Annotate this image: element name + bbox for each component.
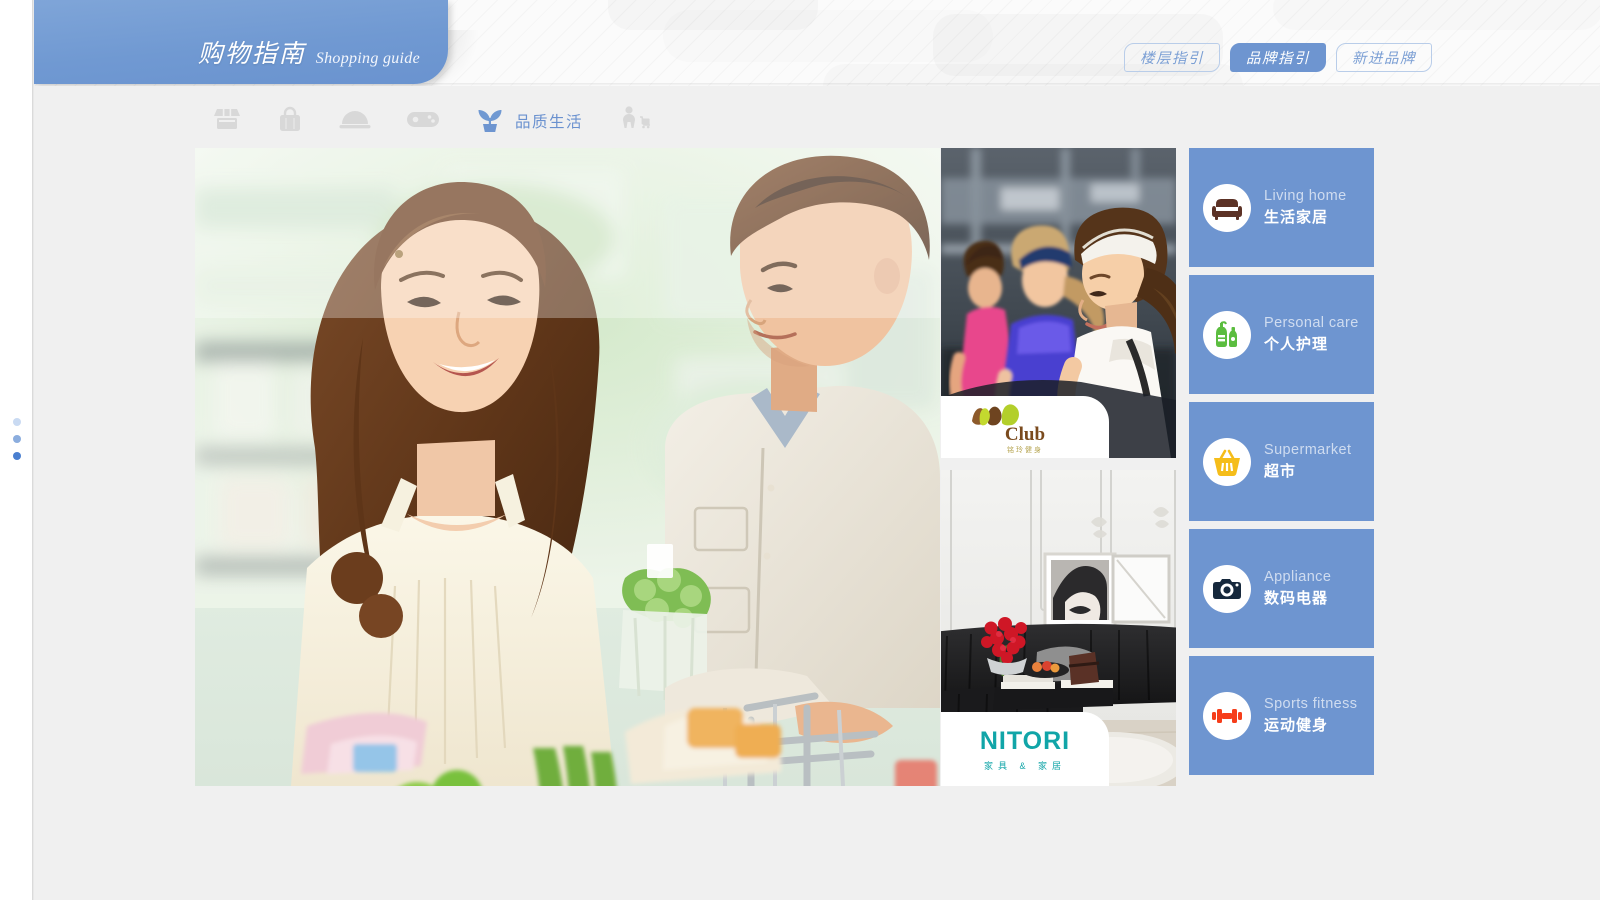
page-subtitle: Shopping guide bbox=[315, 50, 420, 67]
tile-nitori-home[interactable]: NITORI 家具 & 家居 bbox=[941, 470, 1176, 786]
card-appliance[interactable]: Appliance 数码电器 bbox=[1189, 529, 1374, 648]
tab-brand-guide[interactable]: 品牌指引 bbox=[1230, 43, 1326, 72]
tab-floor-guide[interactable]: 楼层指引 bbox=[1124, 43, 1220, 72]
card-label-en: Sports fitness bbox=[1264, 696, 1358, 712]
category-item-handbag[interactable] bbox=[259, 96, 321, 146]
tile-fitness-club[interactable]: Club 铭玲健身 bbox=[941, 148, 1176, 458]
gutter-edge-shadow bbox=[32, 0, 34, 900]
stage: 购物指南 Shopping guide 楼层指引 品牌指引 新进品牌 品质生活 … bbox=[33, 0, 1600, 900]
dumbbell-icon bbox=[1212, 708, 1242, 723]
category-label-quality-life: 品质生活 bbox=[515, 114, 584, 131]
fitness-logo-plate: Club 铭玲健身 bbox=[941, 396, 1109, 458]
card-label-en: Supermarket bbox=[1264, 442, 1352, 458]
basket-icon bbox=[1214, 449, 1240, 476]
nitori-logo-sub: 家具 & 家居 bbox=[983, 760, 1066, 771]
card-label-cn: 运动健身 bbox=[1264, 717, 1329, 734]
category-item-food[interactable] bbox=[321, 96, 389, 146]
card-text-group: Sports fitness 运动健身 bbox=[1264, 696, 1357, 735]
category-nav[interactable]: 品质生活 bbox=[195, 96, 668, 146]
card-icon-wrap bbox=[1203, 183, 1251, 232]
card-label-en: Appliance bbox=[1264, 569, 1332, 585]
tab-new-brands[interactable]: 新进品牌 bbox=[1336, 43, 1432, 72]
card-sports-fitness[interactable]: Sports fitness 运动健身 bbox=[1189, 656, 1374, 775]
category-item-game[interactable] bbox=[389, 96, 457, 146]
store-icon bbox=[212, 105, 242, 138]
card-text-group: Living home 生活家居 bbox=[1264, 188, 1347, 227]
card-icon-wrap bbox=[1203, 437, 1251, 486]
card-label-en: Living home bbox=[1264, 188, 1347, 204]
fitness-logo-sub: 铭玲健身 bbox=[1007, 447, 1043, 454]
card-label-en: Personal care bbox=[1264, 315, 1359, 331]
card-living-home[interactable]: Living home 生活家居 bbox=[1189, 148, 1374, 267]
category-item-kids[interactable] bbox=[600, 96, 668, 146]
camera-icon bbox=[1213, 578, 1241, 599]
nitori-logo-text: NITORI bbox=[979, 726, 1071, 755]
category-card-list: Living home 生活家居 Personal care 个人护理 Supe… bbox=[1189, 148, 1374, 775]
card-icon-wrap bbox=[1203, 691, 1251, 740]
card-label-cn: 数码电器 bbox=[1264, 590, 1329, 607]
page-header: 购物指南 Shopping guide 楼层指引 品牌指引 新进品牌 bbox=[33, 0, 1600, 86]
top-tab-bar[interactable]: 楼层指引 品牌指引 新进品牌 bbox=[1124, 43, 1432, 72]
nitori-logo-plate: NITORI 家具 & 家居 bbox=[941, 712, 1109, 786]
pager-dots[interactable] bbox=[9, 418, 25, 460]
content-area: Club 铭玲健身 NITORI 家具 & 家居 Living home 生活家… bbox=[33, 148, 1600, 793]
brand-title-group: 购物指南 Shopping guide bbox=[33, 0, 448, 84]
page-root: 购物指南 Shopping guide 楼层指引 品牌指引 新进品牌 品质生活 … bbox=[0, 0, 1600, 900]
header-decor-shape bbox=[1273, 0, 1600, 30]
card-icon-wrap bbox=[1203, 564, 1251, 613]
card-supermarket[interactable]: Supermarket 超市 bbox=[1189, 402, 1374, 521]
card-personal-care[interactable]: Personal care 个人护理 bbox=[1189, 275, 1374, 394]
hero-photo-couple-shopping[interactable] bbox=[195, 148, 940, 786]
fitness-logo-text: Club bbox=[1004, 424, 1046, 445]
card-text-group: Supermarket 超市 bbox=[1264, 442, 1351, 481]
card-label-cn: 生活家居 bbox=[1264, 209, 1329, 226]
pager-dot-1[interactable] bbox=[13, 418, 21, 426]
game-controller-icon bbox=[406, 107, 440, 136]
card-label-cn: 超市 bbox=[1264, 463, 1297, 480]
sprout-plant-icon bbox=[474, 104, 506, 139]
food-dome-icon bbox=[338, 106, 372, 137]
bottles-icon bbox=[1216, 320, 1237, 347]
card-label-cn: 个人护理 bbox=[1264, 336, 1329, 353]
card-icon-wrap bbox=[1203, 310, 1251, 359]
child-cart-icon bbox=[617, 104, 651, 139]
sofa-icon bbox=[1212, 198, 1242, 220]
card-text-group: Personal care 个人护理 bbox=[1264, 315, 1359, 354]
pager-dot-2[interactable] bbox=[13, 435, 21, 443]
card-text-group: Appliance 数码电器 bbox=[1264, 569, 1331, 608]
category-item-store[interactable] bbox=[195, 96, 259, 146]
handbag-icon bbox=[276, 104, 304, 139]
pager-dot-3[interactable] bbox=[13, 452, 21, 460]
category-item-quality-life[interactable]: 品质生活 bbox=[457, 96, 600, 146]
page-title: 购物指南 bbox=[197, 40, 306, 68]
